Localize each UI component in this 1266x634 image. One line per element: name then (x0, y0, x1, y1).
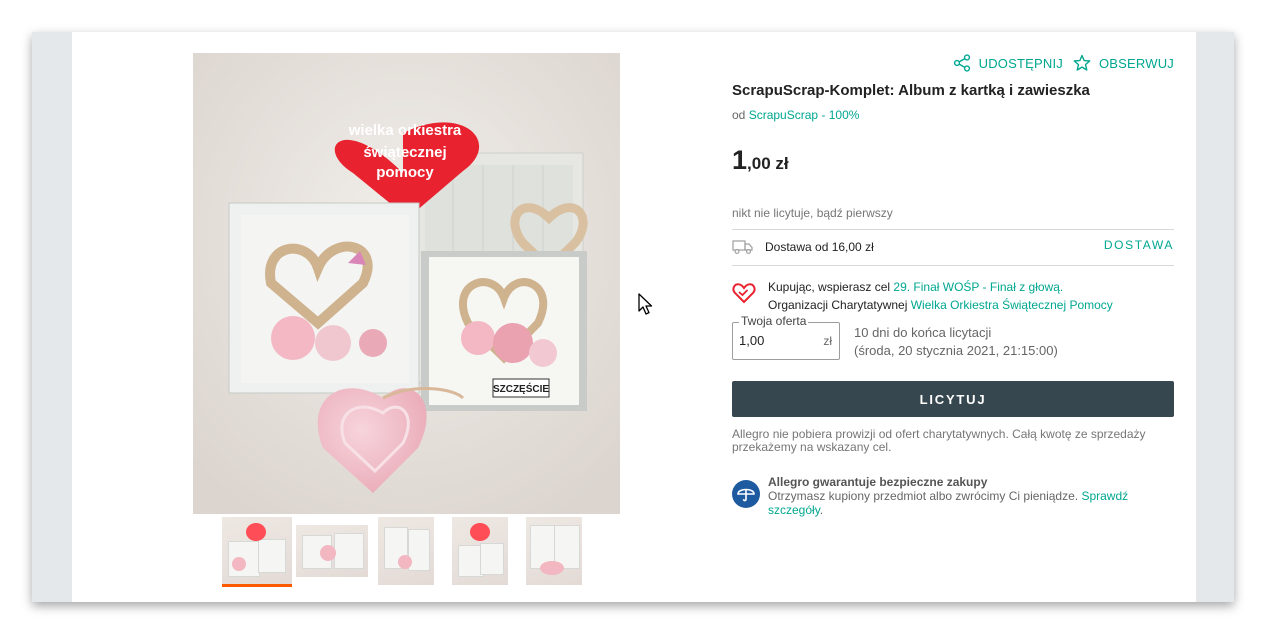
charity-line2-text: Organizacji Charytatywnej (768, 298, 911, 312)
offer-unit: zł (823, 334, 832, 348)
thumbnail-2[interactable] (296, 525, 368, 577)
charity-org-link[interactable]: Wielka Orkiestra Świątecznej Pomocy (911, 298, 1113, 312)
bid-button[interactable]: LICYTUJ (732, 381, 1174, 417)
thumbnail-1[interactable] (222, 517, 292, 587)
price-integer: 1 (732, 145, 748, 175)
divider (732, 265, 1174, 266)
umbrella-icon (732, 480, 760, 508)
heart-text-3: pomocy (376, 164, 434, 181)
time-left-line-1: 10 dni do końca licytacji (854, 325, 992, 340)
offer-input[interactable] (739, 333, 809, 348)
thumbnail-5[interactable] (526, 517, 582, 585)
heart-text-1: wielka orkiestra (348, 122, 462, 139)
price: 1,00 zł (732, 145, 789, 176)
star-icon (1073, 54, 1091, 71)
watch-button[interactable]: OBSERWUJ (1073, 54, 1174, 72)
guarantee-title: Allegro gwarantuje bezpieczne zakupy (768, 475, 988, 489)
charity-line1-text: Kupując, wspierasz cel (768, 280, 894, 294)
offer-details: UDOSTĘPNIJ OBSERWUJ ScrapuScrap-Komplet:… (732, 32, 1174, 602)
heart-text-2: świątecznej (363, 144, 446, 161)
offer-card: wielka orkiestra świątecznej pomocy SZCZ… (72, 32, 1196, 602)
offer-label: Twoja oferta (739, 314, 809, 328)
product-photo: wielka orkiestra świątecznej pomocy SZCZ… (193, 53, 620, 514)
watch-label: OBSERWUJ (1098, 55, 1174, 71)
charity-line-1: Kupując, wspierasz cel 29. Finał WOŚP - … (768, 278, 1174, 296)
share-label: UDOSTĘPNIJ (978, 55, 1063, 71)
delivery-row: Dostawa od 16,00 zł DOSTAWA (732, 230, 1174, 264)
charity-line-2: Organizacji Charytatywnej Wielka Orkiest… (768, 296, 1174, 314)
price-fraction: ,00 zł (747, 154, 789, 173)
card-banner-text: SZCZĘŚCIE (493, 382, 549, 395)
seller-link[interactable]: ScrapuScrap - 100% (749, 108, 860, 122)
seller-line: od ScrapuScrap - 100% (732, 108, 859, 122)
seller-prefix: od (732, 108, 746, 122)
mouse-cursor-icon (638, 293, 653, 315)
auction-time-left: 10 dni do końca licytacji (środa, 20 sty… (854, 324, 1058, 360)
time-left-line-2: (środa, 20 stycznia 2021, 21:15:00) (854, 343, 1058, 358)
guarantee-text: Otrzymasz kupiony przedmiot albo zwrócim… (768, 489, 1082, 503)
offer-field[interactable]: Twoja oferta zł (732, 314, 840, 360)
charity-goal-link[interactable]: 29. Finał WOŚP - Finał z głową. (893, 280, 1063, 294)
product-main-image[interactable]: wielka orkiestra świątecznej pomocy SZCZ… (193, 53, 620, 514)
thumbnail-3[interactable] (378, 517, 434, 585)
product-title: ScrapuScrap-Komplet: Album z kartką i za… (732, 82, 1090, 99)
heart-icon (732, 283, 756, 304)
delivery-link[interactable]: DOSTAWA (1104, 238, 1174, 252)
thumbnail-4[interactable] (452, 517, 508, 585)
offer-actions: UDOSTĘPNIJ OBSERWUJ (953, 53, 1174, 73)
charity-commission-info: Allegro nie pobiera prowizji od ofert ch… (732, 427, 1146, 454)
share-button[interactable]: UDOSTĘPNIJ (953, 54, 1063, 72)
truck-icon (732, 240, 753, 255)
share-icon (953, 54, 970, 72)
guarantee-suffix: . (819, 503, 824, 517)
guarantee-body: Otrzymasz kupiony przedmiot albo zwrócim… (768, 489, 1174, 517)
page-frame: wielka orkiestra świątecznej pomocy SZCZ… (32, 32, 1234, 602)
bids-status: nikt nie licytuje, bądź pierwszy (732, 206, 893, 220)
delivery-text: Dostawa od 16,00 zł (765, 240, 874, 254)
